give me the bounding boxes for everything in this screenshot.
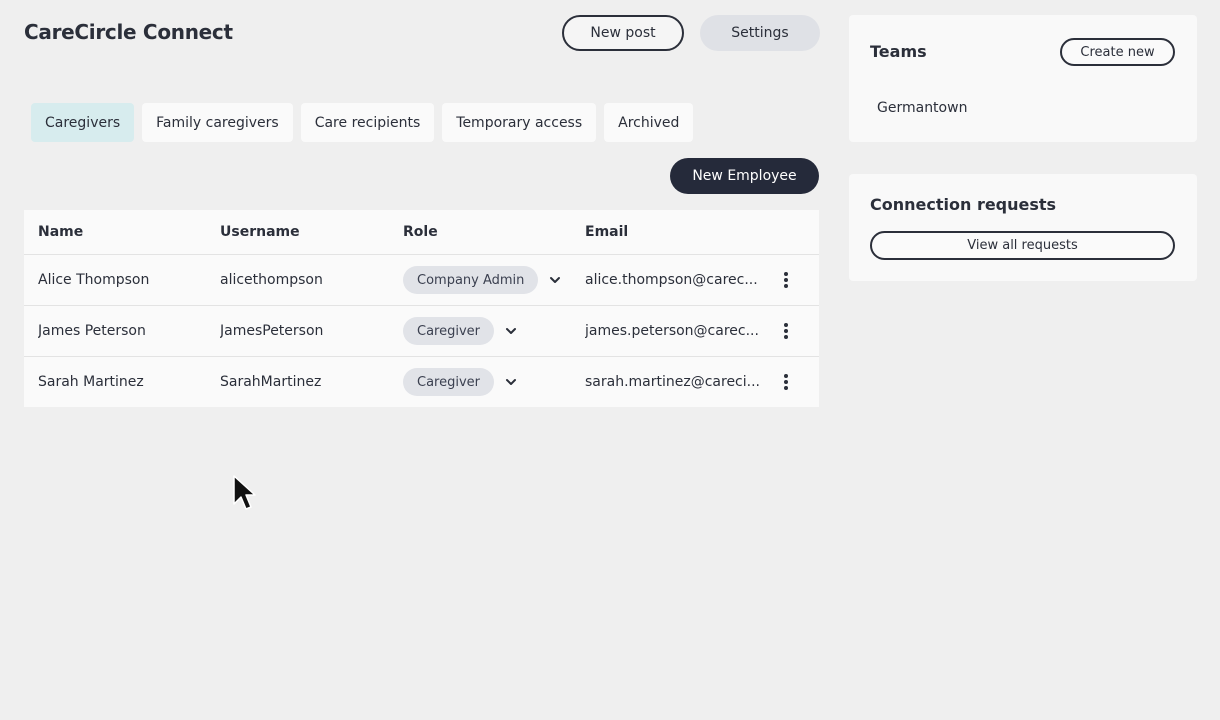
column-header-name[interactable]: Name bbox=[38, 224, 208, 240]
view-all-requests-button[interactable]: View all requests bbox=[870, 231, 1175, 260]
role-cell: Caregiver bbox=[403, 368, 583, 396]
new-employee-button[interactable]: New Employee bbox=[670, 158, 819, 194]
kebab-menu-icon[interactable] bbox=[781, 372, 791, 392]
employee-email: james.peterson@carec... bbox=[585, 323, 759, 339]
kebab-menu-icon[interactable] bbox=[781, 270, 791, 290]
employee-name: Sarah Martinez bbox=[38, 374, 144, 390]
column-header-email[interactable]: Email bbox=[585, 224, 767, 240]
employee-name: James Peterson bbox=[38, 323, 146, 339]
role-select[interactable]: Caregiver bbox=[403, 368, 495, 396]
tab-archived[interactable]: Archived bbox=[604, 103, 694, 142]
app-title: CareCircle Connect bbox=[24, 20, 233, 44]
table-header-row: Name Username Role Email bbox=[24, 210, 819, 254]
mouse-cursor-icon bbox=[232, 474, 256, 512]
chevron-down-icon[interactable] bbox=[504, 324, 518, 338]
create-team-button[interactable]: Create new bbox=[1060, 38, 1175, 66]
employee-username: SarahMartinez bbox=[220, 374, 322, 390]
role-cell: Caregiver bbox=[403, 317, 583, 345]
column-header-role[interactable]: Role bbox=[403, 224, 583, 240]
role-cell: Company Admin bbox=[403, 266, 583, 294]
tab-care-recipients[interactable]: Care recipients bbox=[300, 103, 435, 142]
role-select[interactable]: Company Admin bbox=[403, 266, 539, 294]
tab-family-caregivers[interactable]: Family caregivers bbox=[142, 103, 293, 142]
teams-card: Teams Create new Germantown bbox=[849, 15, 1197, 142]
table-row[interactable]: Alice Thompson alicethompson Company Adm… bbox=[24, 254, 819, 305]
table-row[interactable]: Sarah Martinez SarahMartinez Caregiver s… bbox=[24, 356, 819, 407]
connection-requests-title: Connection requests bbox=[870, 195, 1057, 214]
chevron-down-icon[interactable] bbox=[548, 273, 562, 287]
team-item-germantown[interactable]: Germantown bbox=[877, 100, 967, 116]
employee-name: Alice Thompson bbox=[38, 272, 150, 288]
employee-email: sarah.martinez@careci... bbox=[585, 374, 760, 390]
tab-caregivers[interactable]: Caregivers bbox=[31, 103, 135, 142]
chevron-down-icon[interactable] bbox=[504, 375, 518, 389]
new-post-button[interactable]: New post bbox=[562, 15, 684, 51]
tab-temporary-access[interactable]: Temporary access bbox=[442, 103, 597, 142]
role-select[interactable]: Caregiver bbox=[403, 317, 495, 345]
kebab-menu-icon[interactable] bbox=[781, 321, 791, 341]
settings-button[interactable]: Settings bbox=[700, 15, 820, 51]
teams-title: Teams bbox=[870, 42, 927, 61]
connection-requests-card: Connection requests View all requests bbox=[849, 174, 1197, 281]
employee-username: JamesPeterson bbox=[220, 323, 324, 339]
employee-email: alice.thompson@carec... bbox=[585, 272, 758, 288]
table-row[interactable]: James Peterson JamesPeterson Caregiver j… bbox=[24, 305, 819, 356]
column-header-username[interactable]: Username bbox=[220, 224, 390, 240]
employees-table: Name Username Role Email Alice Thompson … bbox=[24, 210, 819, 407]
employee-username: alicethompson bbox=[220, 272, 323, 288]
tab-bar: Caregivers Family caregivers Care recipi… bbox=[31, 103, 694, 142]
